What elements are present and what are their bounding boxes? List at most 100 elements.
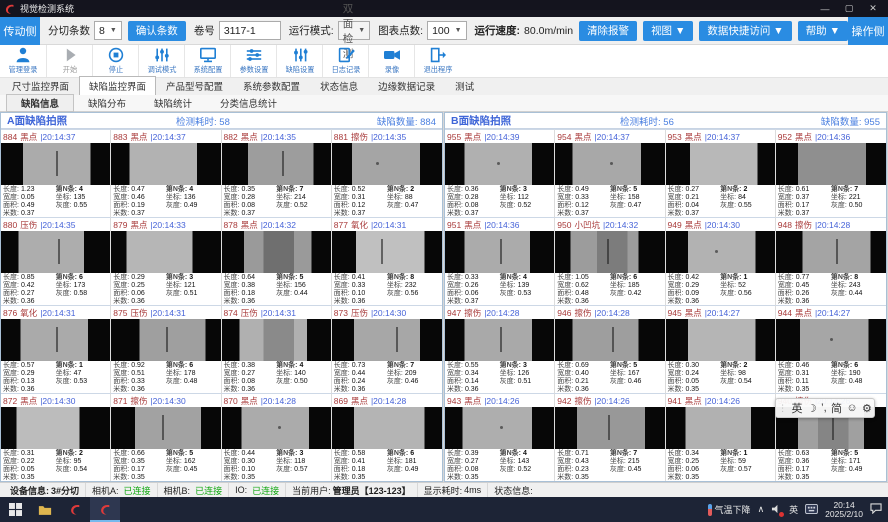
subtab-缺陷信息[interactable]: 缺陷信息 [6, 94, 74, 112]
ime-settings-gear-icon[interactable]: ⚙ [862, 402, 872, 415]
tab-尺寸监控界面[interactable]: 尺寸监控界面 [2, 76, 79, 95]
debug-mode-button[interactable]: 调试模式 [138, 45, 184, 77]
tab-状态信息[interactable]: 状态信息 [310, 76, 368, 95]
volume-muted-icon[interactable] [771, 504, 782, 516]
defect-cell[interactable]: 953 黑点 |20:14:37 长度:0.27 宽度:0.21 面积:0.04… [666, 129, 776, 217]
defect-cell[interactable]: 878 黑点 |20:14:32 长度:0.64 宽度:0.38 面积:0.18… [222, 217, 332, 305]
tray-expand-caret[interactable]: ∧ [758, 504, 765, 515]
defect-cell[interactable]: 944 黑点 |20:14:27 长度:0.46 宽度:0.31 面积:0.11… [776, 305, 886, 393]
tab-产品型号配置[interactable]: 产品型号配置 [156, 76, 233, 95]
defect-type: 压伤 [130, 307, 147, 319]
view-menu-button[interactable]: 视图 ▼ [643, 21, 693, 41]
defect-cell[interactable]: 879 黑点 |20:14:33 长度:0.29 宽度:0.25 面积:0.06… [111, 217, 221, 305]
defect-cell[interactable]: 875 压伤 |20:14:31 长度:0.92 宽度:0.51 面积:0.33… [111, 305, 221, 393]
weather-widget[interactable]: 气温下降 [708, 503, 751, 516]
defect-cell[interactable]: 874 压伤 |20:14:31 长度:0.38 宽度:0.27 面积:0.08… [222, 305, 332, 393]
defect-cell[interactable]: 943 黑点 |20:14:26 长度:0.39 宽度:0.27 面积:0.08… [445, 393, 555, 481]
defect-cell[interactable]: 945 黑点 |20:14:27 长度:0.30 宽度:0.24 面积:0.05… [666, 305, 776, 393]
drive-side-button[interactable]: 传动侧 [0, 17, 40, 45]
defect-id: 942 [557, 396, 571, 406]
subtab-分类信息统计[interactable]: 分类信息统计 [206, 95, 291, 111]
defect-settings-button[interactable]: 缺陷设置 [276, 45, 322, 77]
defect-cell[interactable]: 949 黑点 |20:14:30 长度:0.42 宽度:0.29 面积:0.09… [666, 217, 776, 305]
defect-type: 压伤 [20, 219, 37, 231]
record-video-button[interactable]: 录像 [368, 45, 414, 77]
chart-points-select[interactable]: 100▼ [427, 21, 466, 40]
run-mode-select[interactable]: 双面检测▼ [338, 21, 370, 40]
parameter-settings-button[interactable]: 参数设置 [230, 45, 276, 77]
defect-cell[interactable]: 948 擦伤 |20:14:28 长度:0.77 宽度:0.45 面积:0.26… [776, 217, 886, 305]
notification-center-icon[interactable] [870, 503, 882, 516]
system-config-button[interactable]: 系统配置 [184, 45, 230, 77]
defect-cell[interactable]: 880 压伤 |20:14:35 长度:0.85 宽度:0.42 面积:0.27… [1, 217, 111, 305]
minimize-button[interactable]: — [814, 2, 836, 15]
defect-id: 941 [668, 396, 682, 406]
tab-系统参数配置[interactable]: 系统参数配置 [233, 76, 310, 95]
close-button[interactable]: ✕ [862, 2, 884, 15]
ime-emoji-icon[interactable]: ☺ [846, 402, 857, 414]
tab-测试[interactable]: 测试 [445, 76, 484, 95]
defect-cell[interactable]: 884 黑点 |20:14:37 长度:1.23 宽度:0.05 面积:0.49… [1, 129, 111, 217]
current-user-label: 当前用户: [292, 484, 331, 497]
defect-cell[interactable]: 873 压伤 |20:14:30 长度:0.73 宽度:0.44 面积:0.24… [332, 305, 442, 393]
subtab-缺陷分布[interactable]: 缺陷分布 [74, 95, 140, 111]
start-button[interactable] [0, 497, 30, 522]
inspection-app-icon [99, 503, 112, 516]
taskbar-clock[interactable]: 20:142025/2/10 [825, 501, 863, 519]
ime-language-toggle[interactable]: 英 [792, 400, 803, 416]
log-record-button[interactable]: 日志记录 [322, 45, 368, 77]
exit-program-button[interactable]: 退出程序 [414, 45, 460, 77]
data-access-menu-button[interactable]: 数据快捷访问 ▼ [699, 21, 791, 41]
defect-cell[interactable]: 954 黑点 |20:14:37 长度:0.49 宽度:0.33 面积:0.12… [555, 129, 665, 217]
ime-simplified-toggle[interactable]: 简 [831, 400, 842, 416]
params-sliders-icon [244, 47, 264, 63]
camera-icon [382, 47, 402, 63]
help-menu-button[interactable]: 帮助 ▼ [798, 21, 848, 41]
defect-cell[interactable]: 946 擦伤 |20:14:28 长度:0.69 宽度:0.40 面积:0.21… [555, 305, 665, 393]
defect-cell[interactable]: 871 擦伤 |20:14:30 长度:0.66 宽度:0.35 面积:0.17… [111, 393, 221, 481]
defect-cell[interactable]: 952 黑点 |20:14:36 长度:0.61 宽度:0.37 面积:0.17… [776, 129, 886, 217]
defect-cell[interactable]: 869 黑点 |20:14:28 长度:0.58 宽度:0.41 面积:0.18… [332, 393, 442, 481]
start-button[interactable]: 开始 [46, 45, 92, 77]
defect-cell[interactable]: 876 氧化 |20:14:31 长度:0.57 宽度:0.29 面积:0.13… [1, 305, 111, 393]
ime-drag-handle[interactable]: ⋮ [778, 403, 787, 414]
tab-缺陷监控界面[interactable]: 缺陷监控界面 [79, 76, 156, 95]
defect-cell[interactable]: 941 黑点 |20:14:26 长度:0.34 宽度:0.25 面积:0.06… [666, 393, 776, 481]
defect-cell[interactable]: 877 氧化 |20:14:31 长度:0.41 宽度:0.33 面积:0.10… [332, 217, 442, 305]
defect-cell[interactable]: 950 小凹坑 |20:14:32 长度:1.05 宽度:0.62 面积:0.4… [555, 217, 665, 305]
roll-number-input[interactable]: 3117-1 [219, 21, 281, 40]
operator-side-button[interactable]: 操作侧 [848, 17, 888, 45]
ime-moon-icon[interactable]: ☽ [807, 402, 817, 415]
defect-cell[interactable]: 942 擦伤 |20:14:26 长度:0.71 宽度:0.43 面积:0.23… [555, 393, 665, 481]
taskbar: 气温下降 ∧ 英 20:142025/2/10 [0, 497, 888, 522]
defect-cell[interactable]: 870 黑点 |20:14:28 长度:0.44 宽度:0.30 面积:0.10… [222, 393, 332, 481]
taskbar-app-inspection-2-active[interactable] [90, 497, 120, 522]
subtab-缺陷统计[interactable]: 缺陷统计 [140, 95, 206, 111]
defect-type: 黑点 [685, 395, 702, 407]
confirm-count-button[interactable]: 确认条数 [128, 21, 186, 41]
defect-cell[interactable]: 955 黑点 |20:14:39 长度:0.36 宽度:0.28 面积:0.08… [445, 129, 555, 217]
admin-login-button[interactable]: 管理登录 [0, 45, 46, 77]
defect-time: |20:14:30 [150, 396, 185, 406]
defect-mark [500, 426, 503, 429]
defect-cell[interactable]: 883 黑点 |20:14:37 长度:0.47 宽度:0.46 面积:0.19… [111, 129, 221, 217]
ime-punctuation-toggle[interactable]: ’, [821, 402, 827, 414]
defect-info: 长度:0.31 宽度:0.22 面积:0.05 米数:0.35 第N条:2 坐标… [1, 449, 110, 481]
defect-cell[interactable]: 881 擦伤 |20:14:35 长度:0.52 宽度:0.31 面积:0.12… [332, 129, 442, 217]
defect-cell[interactable]: 951 黑点 |20:14:36 长度:0.33 宽度:0.26 面积:0.06… [445, 217, 555, 305]
taskbar-app-inspection-1[interactable] [60, 497, 90, 522]
ime-language-indicator[interactable]: 英 [789, 503, 798, 516]
ime-keyboard-icon[interactable] [805, 504, 818, 516]
defect-type: 黑点 [351, 395, 368, 407]
defect-cell[interactable]: 872 黑点 |20:14:30 长度:0.31 宽度:0.22 面积:0.05… [1, 393, 111, 481]
defect-mark [381, 239, 383, 263]
defect-type: 黑点 [685, 307, 702, 319]
clear-alarm-button[interactable]: 清除报警 [579, 21, 637, 41]
tab-边缘数据记录[interactable]: 边缘数据记录 [368, 76, 445, 95]
taskbar-app-file-explorer[interactable] [30, 497, 60, 522]
defect-cell[interactable]: 882 黑点 |20:14:35 长度:0.35 宽度:0.28 面积:0.08… [222, 129, 332, 217]
maximize-button[interactable]: ▢ [838, 2, 860, 15]
stop-button[interactable]: 停止 [92, 45, 138, 77]
defect-cell[interactable]: 947 擦伤 |20:14:28 长度:0.55 宽度:0.34 面积:0.14… [445, 305, 555, 393]
slit-count-select[interactable]: 8▼ [94, 21, 122, 40]
